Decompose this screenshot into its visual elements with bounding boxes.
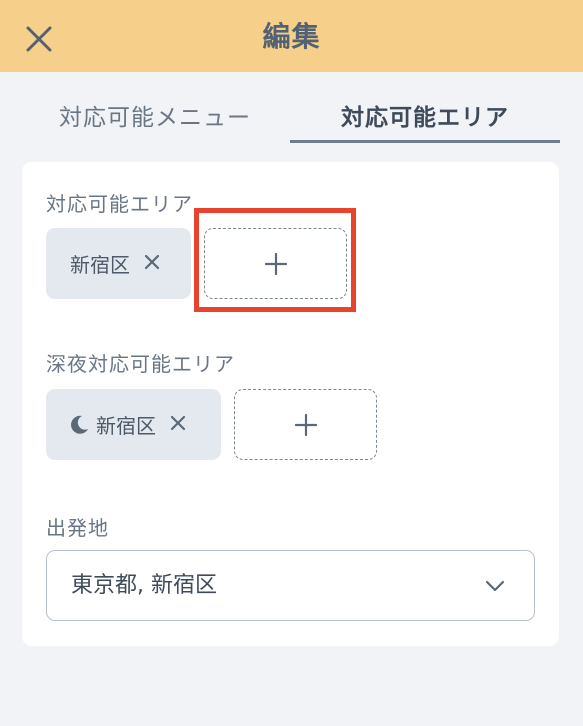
night-section-label: 深夜対応可能エリア — [46, 352, 235, 376]
add-night-area-button[interactable] — [234, 389, 377, 460]
close-icon — [170, 415, 186, 431]
tab-available-area[interactable]: 対応可能エリア — [290, 98, 560, 143]
app-header: 編集 — [0, 0, 583, 72]
departure-value: 東京都, 新宿区 — [71, 573, 217, 598]
remove-area-chip-button[interactable] — [144, 251, 160, 276]
night-area-chip-label: 新宿区 — [96, 414, 156, 438]
moon-icon — [71, 415, 88, 434]
area-chip-label: 新宿区 — [70, 253, 130, 277]
area-chip[interactable]: 新宿区 — [46, 228, 191, 299]
night-area-chip[interactable]: 新宿区 — [46, 389, 221, 460]
departure-label: 出発地 — [46, 516, 109, 540]
tab-available-menu[interactable]: 対応可能メニュー — [40, 98, 270, 140]
departure-select[interactable]: 東京都, 新宿区 — [46, 550, 535, 621]
close-icon — [144, 254, 160, 270]
settings-card: 対応可能エリア 新宿区 深夜対応可能エリア 新宿区 出発地 東京都, 新宿区 — [22, 162, 559, 646]
chevron-down-icon — [485, 580, 505, 592]
page-title: 編集 — [262, 20, 321, 53]
area-section-label: 対応可能エリア — [46, 192, 193, 216]
remove-night-area-chip-button[interactable] — [170, 412, 186, 437]
plus-icon — [294, 413, 317, 436]
highlight-box — [194, 208, 356, 312]
